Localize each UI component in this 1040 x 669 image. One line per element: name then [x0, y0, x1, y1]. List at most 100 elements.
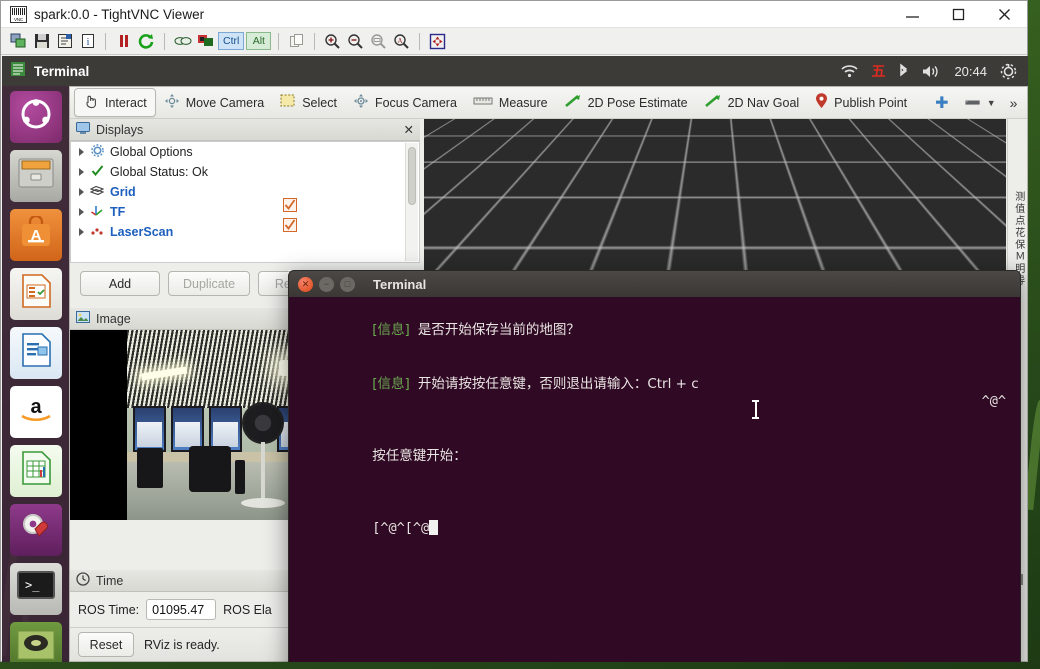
volume-icon[interactable] — [922, 64, 941, 79]
fan — [242, 402, 284, 444]
launcher-item-libreoffice-calc[interactable] — [9, 445, 62, 497]
amazon-icon: a — [16, 395, 56, 430]
ctrl-key-toggle[interactable]: Ctrl — [218, 32, 245, 50]
save-connection-icon[interactable] — [31, 31, 52, 52]
rviz-tool-select[interactable]: Select — [272, 90, 345, 115]
clock-label[interactable]: 20:44 — [954, 64, 987, 79]
minimize-window-button[interactable]: − — [319, 276, 334, 292]
close-icon[interactable]: ✕ — [404, 122, 414, 137]
rviz-tool-interact[interactable]: Interact — [74, 88, 156, 117]
pause-updates-icon[interactable] — [113, 31, 134, 52]
green-arrow-icon — [564, 94, 582, 111]
vnc-maximize-button[interactable] — [935, 1, 981, 28]
zoom-100-icon[interactable] — [368, 31, 389, 52]
rviz-add-tool-button[interactable]: ✚ — [927, 89, 956, 117]
vnc-close-button[interactable] — [981, 1, 1027, 28]
terminal-line: [信息] 是否开始保存当前的地图？ — [291, 303, 1012, 357]
clock-icon — [76, 572, 90, 589]
scrollbar-thumb[interactable] — [408, 147, 416, 205]
display-enable-checkbox[interactable] — [283, 198, 297, 217]
bluetooth-icon[interactable] — [898, 63, 909, 79]
tree-item-global-options[interactable]: Global Options — [71, 142, 419, 162]
launcher-item-files[interactable] — [9, 150, 62, 202]
refresh-screen-icon[interactable] — [136, 31, 157, 52]
terminal-output-area[interactable]: [信息] 是否开始保存当前的地图？ [信息] 开始请按按任意键，否则退出请输入：Ct… — [288, 297, 1021, 662]
add-display-button[interactable]: Add — [80, 271, 160, 296]
launcher-item-libreoffice-writer[interactable] — [9, 327, 62, 379]
rviz-toolbar-overflow-button[interactable]: » — [1004, 93, 1024, 113]
log-text: [^@^[^@ — [372, 520, 430, 536]
chair-leg — [235, 460, 245, 494]
software-bag-icon: A — [19, 214, 53, 255]
rviz-tool-measure[interactable]: Measure — [465, 91, 556, 114]
input-method-icon[interactable]: 五 — [871, 61, 885, 81]
connection-options-icon[interactable] — [54, 31, 75, 52]
zoom-auto-icon[interactable]: A — [391, 31, 412, 52]
rviz-tool-2d-nav-goal[interactable]: 2D Nav Goal — [696, 90, 808, 115]
duplicate-display-button[interactable]: Duplicate — [168, 271, 251, 296]
rviz-tool-label: Interact — [105, 95, 147, 110]
vnc-titlebar: spark:0.0 - TightVNC Viewer — [1, 1, 1027, 28]
rviz-toolbar: Interact Move Camera Select Focus Camera… — [70, 87, 1027, 119]
ros-time-value[interactable]: 01095.47 — [146, 599, 217, 620]
close-window-button[interactable]: ✕ — [298, 276, 313, 292]
displays-tree[interactable]: Global Options Global Status: Ok Grid TF… — [70, 141, 420, 263]
zoom-out-icon[interactable] — [345, 31, 366, 52]
display-enable-checkbox[interactable] — [283, 218, 297, 237]
zoom-in-icon[interactable] — [322, 31, 343, 52]
fullscreen-icon[interactable] — [427, 31, 448, 52]
rviz-tool-publish-point[interactable]: Publish Point — [807, 89, 915, 116]
status-message: RViz is ready. — [144, 637, 220, 652]
log-tag: [信息] — [372, 322, 410, 338]
rviz-tool-focus-camera[interactable]: Focus Camera — [345, 89, 465, 116]
tree-item-global-status[interactable]: Global Status: Ok — [71, 162, 419, 182]
launcher-item-amazon[interactable]: a — [9, 386, 62, 438]
tree-item-grid[interactable]: Grid — [71, 182, 419, 202]
unity-app-menu[interactable]: Terminal — [10, 61, 89, 82]
wifi-icon[interactable] — [841, 64, 859, 78]
maximize-window-button[interactable]: □ — [340, 276, 355, 292]
chevron-right-icon[interactable] — [79, 228, 84, 236]
file-cabinet-icon — [18, 158, 54, 195]
alt-key-toggle[interactable]: Alt — [246, 32, 272, 50]
tree-item-laserscan[interactable]: LaserScan — [71, 222, 419, 242]
launcher-item-libreoffice-impress[interactable] — [9, 268, 62, 320]
unity-indicators: 五 20:44 — [841, 61, 1028, 81]
tree-item-label: Grid — [110, 185, 136, 199]
chevron-right-icon[interactable] — [79, 148, 84, 156]
send-ctrl-alt-del-icon[interactable] — [172, 31, 193, 52]
terminal-right-marker: ^@^ — [981, 393, 1006, 409]
chevron-right-icon[interactable] — [79, 188, 84, 196]
vnc-window-controls — [889, 1, 1027, 28]
send-keys-icon[interactable] — [195, 31, 216, 52]
monitor — [133, 406, 166, 452]
check-icon — [90, 164, 104, 180]
launcher-item-ubuntu-dash[interactable] — [9, 91, 62, 143]
terminal-titlebar[interactable]: ✕ − □ Terminal — [288, 270, 1021, 297]
log-text: 是否开始保存当前的地图？ — [417, 322, 580, 338]
terminal-window-title: Terminal — [373, 276, 427, 292]
launcher-item-terminal[interactable]: >_ — [9, 563, 62, 615]
image-panel-title: Image — [96, 311, 131, 326]
time-panel-title: Time — [96, 573, 124, 588]
rviz-remove-tool-button[interactable]: ➖ ▼ — [957, 91, 1004, 115]
chevron-right-icon[interactable] — [79, 168, 84, 176]
reset-button[interactable]: Reset — [78, 632, 134, 657]
displays-tree-scrollbar[interactable] — [405, 143, 418, 261]
session-gear-icon[interactable] — [1000, 63, 1017, 80]
connection-info-icon[interactable]: i — [77, 31, 98, 52]
svg-text:>_: >_ — [25, 578, 40, 592]
rviz-tool-2d-pose-estimate[interactable]: 2D Pose Estimate — [556, 90, 696, 115]
launcher-item-system-settings[interactable] — [9, 504, 62, 556]
tree-item-tf[interactable]: TF — [71, 202, 419, 222]
clipboard-transfer-icon[interactable] — [286, 31, 307, 52]
green-arrow-icon — [704, 94, 722, 111]
workspace-icon — [16, 629, 56, 663]
new-connection-icon[interactable] — [8, 31, 29, 52]
rviz-tool-move-camera[interactable]: Move Camera — [156, 89, 273, 116]
vnc-minimize-button[interactable] — [889, 1, 935, 28]
launcher-item-workspace-switcher[interactable] — [9, 622, 62, 663]
chevron-right-icon[interactable] — [79, 208, 84, 216]
launcher-item-ubuntu-software[interactable]: A — [9, 209, 62, 261]
displays-panel-header: Displays ✕ — [70, 119, 420, 141]
